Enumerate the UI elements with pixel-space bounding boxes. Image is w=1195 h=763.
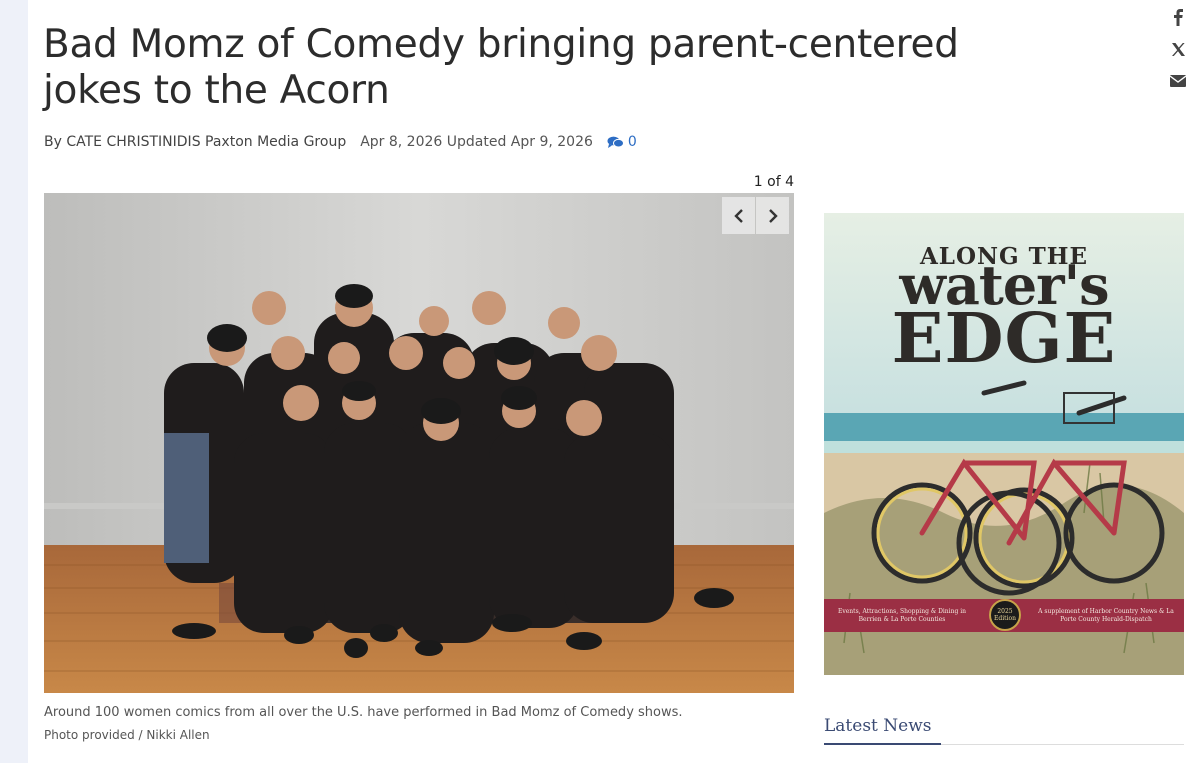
chevron-left-icon — [733, 208, 743, 223]
email-icon[interactable] — [1169, 72, 1187, 90]
chevron-right-icon — [768, 208, 778, 223]
share-bar — [1169, 8, 1187, 90]
gallery-photo[interactable] — [44, 193, 794, 693]
photo-caption: Around 100 women comics from all over th… — [44, 705, 683, 720]
ad-edition-badge: 2025 Edition — [989, 599, 1021, 631]
gallery-prev-button[interactable] — [722, 197, 755, 234]
photo-credit: Photo provided / Nikki Allen — [44, 728, 210, 742]
gallery-counter: 1 of 4 — [753, 174, 794, 190]
latest-news-underline — [824, 743, 941, 745]
ad-banner[interactable]: ALONG THE water's EDGE Events, Attractio… — [824, 213, 1184, 675]
ad-band-left-text: Events, Attractions, Shopping & Dining i… — [837, 607, 966, 623]
comments-icon — [607, 136, 624, 148]
byline-row: By CATE CHRISTINIDIS Paxton Media Group … — [44, 134, 637, 150]
latest-news-heading[interactable]: Latest News — [824, 716, 932, 736]
comment-count: 0 — [627, 134, 637, 150]
ad-title-line3: EDGE — [891, 299, 1117, 379]
ad-band-right-text: A supplement of Harbor Country News & La… — [1038, 607, 1174, 623]
byline-dates: Apr 8, 2026 Updated Apr 9, 2026 — [360, 134, 593, 150]
comments-link[interactable]: 0 — [607, 134, 637, 150]
byline-author[interactable]: By CATE CHRISTINIDIS Paxton Media Group — [44, 134, 346, 150]
article-headline: Bad Momz of Comedy bringing parent-cente… — [43, 22, 959, 113]
gallery-next-button[interactable] — [756, 197, 789, 234]
x-icon[interactable] — [1169, 40, 1187, 58]
left-rail — [0, 0, 28, 763]
facebook-icon[interactable] — [1169, 8, 1187, 26]
